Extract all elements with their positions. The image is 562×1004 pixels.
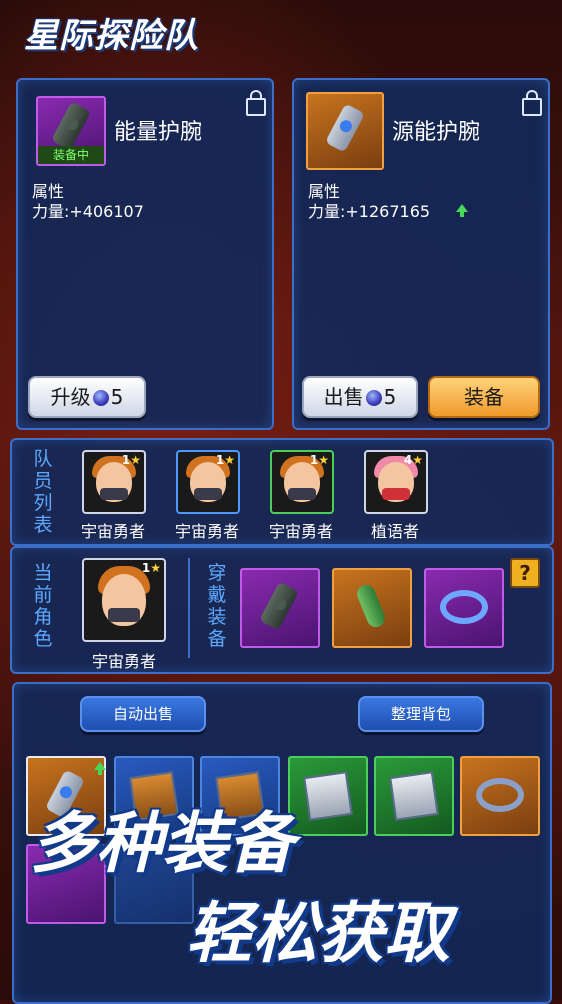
crate-icon xyxy=(389,771,439,821)
member-level: 4 xyxy=(403,453,413,467)
slogan-line-1: 多种装备 xyxy=(30,790,294,886)
gem-icon xyxy=(365,390,382,406)
wear-equipment-label: 穿戴装备 xyxy=(207,562,227,650)
upgrade-cost: 5 xyxy=(110,385,124,409)
left-stat: 力量:+406107 xyxy=(32,202,144,221)
upgrade-button[interactable]: 升级 5 xyxy=(28,376,146,418)
left-item-slot[interactable]: 装备中 xyxy=(36,96,106,166)
ring-icon xyxy=(476,778,524,812)
slogan-line-2: 轻松获取 xyxy=(186,880,450,976)
member-level: 1 xyxy=(309,453,319,467)
team-member-name: 植语者 xyxy=(370,522,419,541)
current-character-name: 宇宙勇者 xyxy=(91,652,156,671)
star-icon: ★ xyxy=(224,453,235,467)
worn-slot-capsule[interactable] xyxy=(332,568,412,648)
right-stat: 力量:+1267165 xyxy=(308,202,431,221)
armguard-icon xyxy=(50,101,92,151)
slogan-text-1: 多种装备 xyxy=(30,805,294,882)
worn-slot-armguard[interactable] xyxy=(240,568,320,648)
upgrade-label: 升级 xyxy=(50,385,91,409)
left-item-name: 能量护腕 xyxy=(114,120,203,145)
bag-slot[interactable] xyxy=(374,756,454,836)
current-character-panel: 当前角色 1★ 宇宙勇者 穿戴装备 ? xyxy=(10,546,554,674)
organize-bag-button[interactable]: 整理背包 xyxy=(358,696,484,732)
up-arrow-icon xyxy=(94,762,106,775)
team-list-panel: 队员列表 1★ 宇宙勇者 1★ 宇宙勇者 1★ 宇宙勇者 4★ 植语者 xyxy=(10,438,554,546)
right-item-panel: 源能护腕 属性 力量:+1267165 出售 5 装备 xyxy=(292,78,550,430)
ring-icon xyxy=(440,590,488,624)
bag-slot[interactable] xyxy=(288,756,368,836)
team-member-name: 宇宙勇者 xyxy=(174,522,239,541)
lock-icon[interactable] xyxy=(522,90,542,116)
armguard-icon xyxy=(258,581,300,631)
member-level: 1 xyxy=(215,453,225,467)
team-list-label: 队员列表 xyxy=(33,448,53,536)
equip-button[interactable]: 装备 xyxy=(428,376,540,418)
armguard-icon xyxy=(324,103,366,153)
member-level: 1 xyxy=(121,453,131,467)
lock-icon[interactable] xyxy=(246,90,266,116)
star-icon: ★ xyxy=(318,453,329,467)
up-arrow-icon xyxy=(456,204,468,217)
auto-sell-button[interactable]: 自动出售 xyxy=(80,696,206,732)
divider xyxy=(188,558,190,658)
capsule-icon xyxy=(354,582,388,630)
gem-icon xyxy=(92,390,109,406)
team-member-portrait[interactable]: 1★ xyxy=(176,450,240,514)
team-member-portrait[interactable]: 4★ xyxy=(364,450,428,514)
star-icon: ★ xyxy=(412,453,423,467)
worn-slot-ring[interactable] xyxy=(424,568,504,648)
team-member-name: 宇宙勇者 xyxy=(268,522,333,541)
team-member-name: 宇宙勇者 xyxy=(80,522,145,541)
left-item-panel: 装备中 能量护腕 属性 力量:+406107 升级 5 xyxy=(16,78,274,430)
help-icon[interactable]: ? xyxy=(510,558,540,588)
game-logo: 星际探险队 xyxy=(24,16,199,56)
current-level: 1 xyxy=(141,561,151,575)
team-member-portrait[interactable]: 1★ xyxy=(82,450,146,514)
slogan-text-2: 轻松获取 xyxy=(186,895,450,972)
sell-label: 出售 xyxy=(323,385,364,409)
star-icon: ★ xyxy=(130,453,141,467)
equipped-badge: 装备中 xyxy=(38,146,104,164)
bag-slot[interactable] xyxy=(460,756,540,836)
sell-price: 5 xyxy=(383,385,397,409)
star-icon: ★ xyxy=(150,561,161,575)
team-member-portrait[interactable]: 1★ xyxy=(270,450,334,514)
crate-icon xyxy=(303,771,353,821)
current-character-portrait[interactable]: 1★ xyxy=(82,558,166,642)
right-item-name: 源能护腕 xyxy=(392,120,481,145)
right-item-slot[interactable] xyxy=(306,92,384,170)
sell-button[interactable]: 出售 5 xyxy=(302,376,418,418)
current-role-label: 当前角色 xyxy=(33,562,53,650)
